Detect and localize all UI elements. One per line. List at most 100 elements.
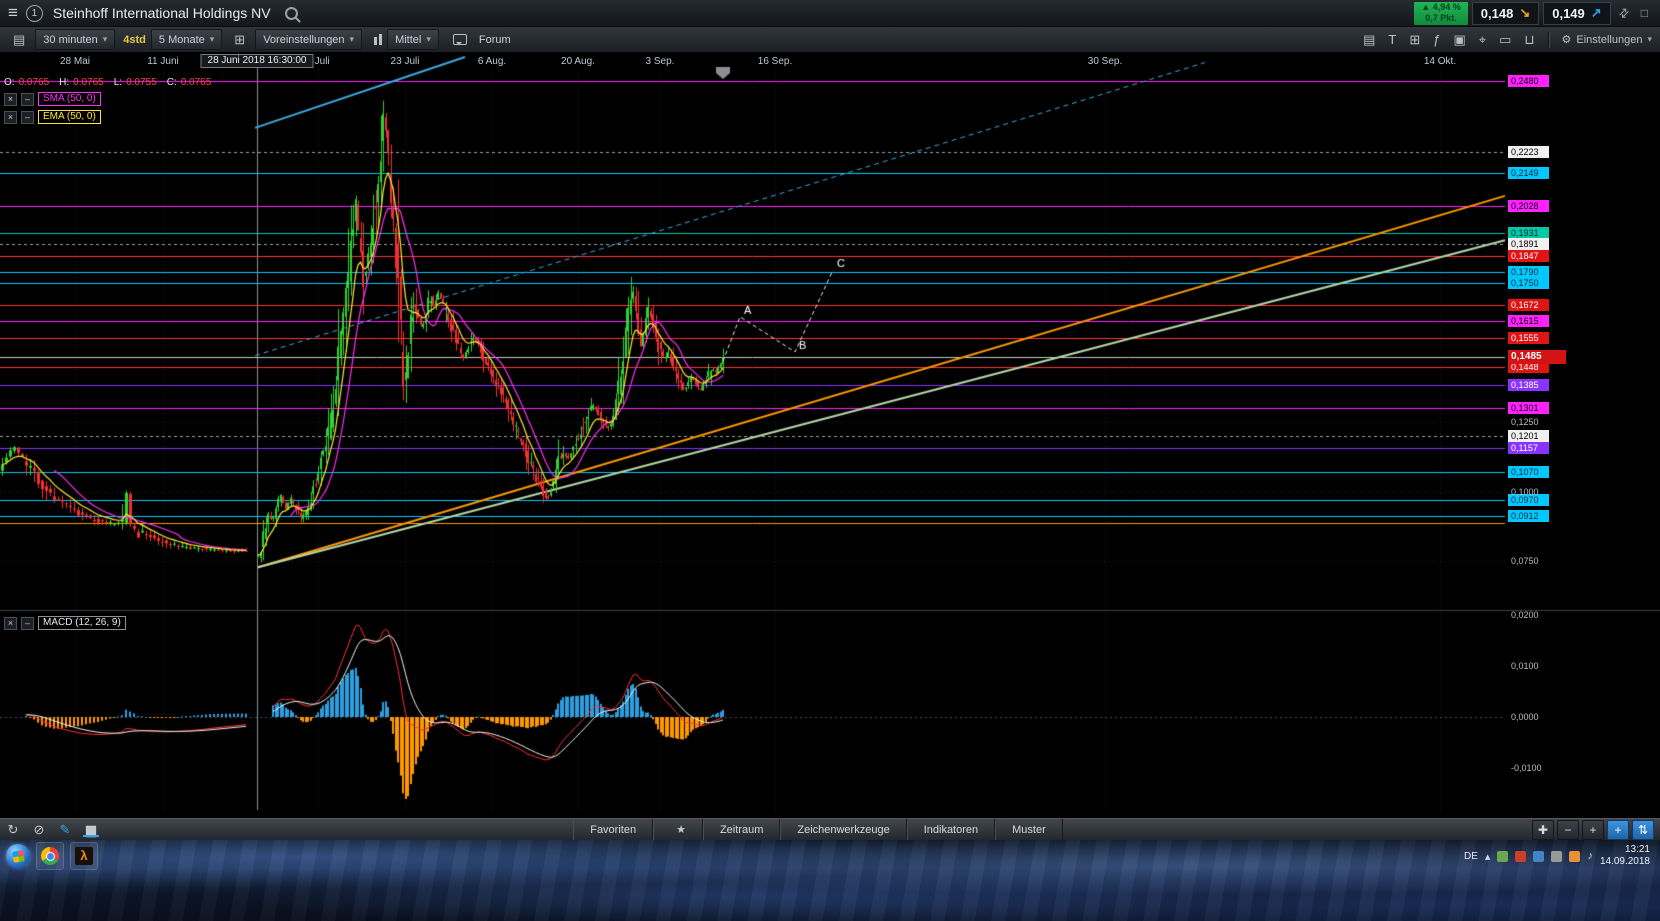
sma-legend[interactable]: SMA (50, 0) xyxy=(38,92,101,106)
timerange-button[interactable]: Zeitraum xyxy=(703,819,780,841)
clear-drawings-icon[interactable]: ⊘ xyxy=(26,822,52,838)
price-level-label[interactable]: 0,1891 xyxy=(1508,238,1549,250)
panel-list-icon[interactable]: ▤ xyxy=(13,32,25,48)
chart-region: O:0.0765 H:0.0765 L:0.0755 C:0.0765 × – … xyxy=(0,53,1660,818)
macd-label[interactable]: MACD (12, 26, 9) xyxy=(38,616,126,630)
pencil-icon[interactable]: ✎ xyxy=(52,822,78,838)
price-level-label[interactable]: 0,1555 xyxy=(1508,332,1549,344)
interval-dropdown[interactable]: 30 minuten▾ xyxy=(35,29,115,50)
zoom-out-button[interactable]: − xyxy=(1557,820,1579,840)
language-indicator[interactable]: DE xyxy=(1464,851,1478,862)
price-level-label[interactable]: 0,2028 xyxy=(1508,200,1549,212)
clock[interactable]: 13:21 14.09.2018 xyxy=(1600,844,1654,868)
macd-legend: × – MACD (12, 26, 9) xyxy=(4,616,126,634)
ema-legend[interactable]: EMA (50, 0) xyxy=(38,110,101,124)
date-tick-label: 16 Sep. xyxy=(758,56,792,67)
game-logo-icon: λ xyxy=(75,847,93,865)
shapes-icon[interactable]: ▭ xyxy=(1499,32,1511,48)
tray-icon[interactable] xyxy=(1515,851,1526,862)
price-level-label[interactable]: 0,1157 xyxy=(1508,442,1549,454)
patterns-button[interactable]: Muster xyxy=(995,819,1063,841)
grid-icon[interactable]: ⊞ xyxy=(1409,32,1420,48)
high-value: 0.0765 xyxy=(73,77,104,88)
close-icon[interactable]: × xyxy=(4,111,17,124)
show-hidden-icons[interactable]: ▴ xyxy=(1485,850,1491,863)
scale-updown-button[interactable]: ⇅ xyxy=(1632,820,1654,840)
favorites-button[interactable]: Favoriten xyxy=(573,819,653,841)
price-level-label[interactable]: 0,1615 xyxy=(1508,315,1549,327)
add-panel-button[interactable]: + xyxy=(1607,820,1629,840)
popout-window-icon[interactable]: □ xyxy=(1637,6,1652,20)
selected-date-label[interactable]: 28 Juni 2018 16:30:00 xyxy=(201,54,314,68)
tray-icon[interactable] xyxy=(1533,851,1544,862)
divider xyxy=(1548,32,1549,48)
price-level-label[interactable]: 0,0912 xyxy=(1508,510,1549,522)
date-tick-label: 14 Okt. xyxy=(1424,56,1456,67)
tray-icon[interactable] xyxy=(1569,851,1580,862)
start-button[interactable] xyxy=(6,844,30,868)
price-level-label[interactable]: 0,1301 xyxy=(1508,402,1549,414)
refresh-icon[interactable]: ↻ xyxy=(0,822,26,838)
panels-icon[interactable]: ▤ xyxy=(1363,32,1375,48)
indicators-button[interactable]: Indikatoren xyxy=(907,819,995,841)
crosshair-icon[interactable]: ⌖ xyxy=(1479,32,1486,48)
close-value: 0.0765 xyxy=(181,77,212,88)
tray-icon[interactable] xyxy=(1497,851,1508,862)
ask-quote[interactable]: 0,149 ↗ xyxy=(1543,2,1610,25)
price-level-label[interactable]: 0,1070 xyxy=(1508,466,1549,478)
chevron-down-icon: ▾ xyxy=(103,34,108,45)
paint-roller-icon[interactable]: ▆ xyxy=(78,822,104,838)
zoom-in-button[interactable]: + xyxy=(1582,820,1604,840)
volume-icon[interactable]: ♪ xyxy=(1587,850,1593,862)
low-label: L: xyxy=(114,77,122,88)
chrome-taskbar-icon[interactable] xyxy=(36,842,64,870)
pan-move-icon[interactable]: ✚ xyxy=(1532,820,1554,840)
price-level-label[interactable]: 0,2149 xyxy=(1508,167,1549,179)
high-label: H: xyxy=(59,77,69,88)
close-icon[interactable]: × xyxy=(4,617,17,630)
minimize-icon[interactable]: – xyxy=(21,93,34,106)
price-level-label[interactable]: 0,1385 xyxy=(1508,379,1549,391)
forum-button[interactable]: Forum xyxy=(472,30,518,49)
price-level-label[interactable]: 0,1201 xyxy=(1508,430,1549,442)
up-triangle-icon: ▲ xyxy=(1421,2,1430,12)
drawtools-button[interactable]: Zeichenwerkzeuge xyxy=(780,819,906,841)
indicator-function-icon[interactable]: ƒ xyxy=(1433,32,1440,47)
change-percent: 4,94 % xyxy=(1433,2,1461,12)
chart-toolbar-top: ▤ 30 minuten▾ 4std 5 Monate▾ ⊞ Voreinste… xyxy=(0,27,1660,53)
windows-logo-icon xyxy=(12,850,24,862)
resize-icon[interactable]: ⇄ xyxy=(1612,2,1635,25)
bid-quote[interactable]: 0,148 ↘ xyxy=(1472,2,1539,25)
open-value: 0.0765 xyxy=(19,77,50,88)
layers-icon[interactable]: ▣ xyxy=(1453,32,1465,48)
price-level-label[interactable]: 0,2480 xyxy=(1508,75,1549,87)
price-chart-canvas[interactable] xyxy=(0,53,1660,818)
date-tick-label: 20 Aug. xyxy=(561,56,595,67)
range-dropdown[interactable]: 5 Monate▾ xyxy=(151,29,222,50)
tray-icon[interactable] xyxy=(1551,851,1562,862)
price-level-label[interactable]: 0,1672 xyxy=(1508,299,1549,311)
price-level-label[interactable]: 0,2223 xyxy=(1508,146,1549,158)
info-icon[interactable]: 1 xyxy=(26,5,43,22)
favorite-star-button[interactable]: ★ xyxy=(653,819,703,841)
presets-dropdown[interactable]: Voreinstellungen▾ xyxy=(255,29,362,50)
settings-dropdown[interactable]: ⚙ Einstellungen ▾ xyxy=(1562,33,1652,46)
search-icon[interactable] xyxy=(285,7,298,20)
text-tool-icon[interactable]: T xyxy=(1388,32,1396,47)
price-axis-tick: 0,1000 xyxy=(1511,487,1539,497)
price-level-label[interactable]: 0,1750 xyxy=(1508,277,1549,289)
game-taskbar-icon[interactable]: λ xyxy=(70,842,98,870)
price-level-label[interactable]: 0,1847 xyxy=(1508,250,1549,262)
minimize-icon[interactable]: – xyxy=(21,617,34,630)
ask-arrow-icon: ↗ xyxy=(1591,5,1602,21)
interval-alt-button[interactable]: 4std xyxy=(123,34,146,46)
magnet-icon[interactable]: ⊔ xyxy=(1524,32,1534,48)
chart-type-dropdown[interactable]: Mittel▾ xyxy=(387,29,439,50)
close-icon[interactable]: × xyxy=(4,93,17,106)
chevron-down-icon: ▾ xyxy=(350,34,355,45)
hamburger-menu-icon[interactable]: ≡ xyxy=(8,3,18,23)
price-axis-tick: 0,1250 xyxy=(1511,417,1539,427)
minimize-icon[interactable]: – xyxy=(21,111,34,124)
chevron-down-icon: ▾ xyxy=(210,34,215,45)
current-price-label: 0,1485 xyxy=(1508,350,1566,364)
